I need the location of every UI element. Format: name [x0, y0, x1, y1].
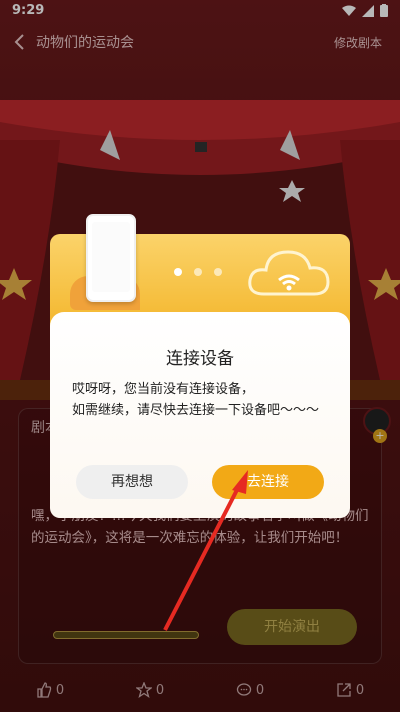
- cancel-button[interactable]: 再想想: [76, 465, 188, 499]
- carousel-dot[interactable]: [174, 268, 182, 276]
- phone-illustration: [86, 214, 136, 302]
- dialog-message: 哎呀呀，您当前没有连接设备， 如需继续，请尽快去连接一下设备吧～～～: [72, 379, 342, 421]
- cloud-wifi-icon: [248, 250, 330, 296]
- dialog-message-line: 如需继续，请尽快去连接一下设备吧～～～: [72, 403, 320, 418]
- carousel-indicator: [174, 268, 222, 276]
- dialog-title: 连接设备: [166, 349, 234, 369]
- connect-button[interactable]: 去连接: [212, 465, 324, 499]
- carousel-dot[interactable]: [194, 268, 202, 276]
- dialog-message-line: 哎呀呀，您当前没有连接设备，: [72, 382, 255, 397]
- connect-device-dialog: 连接设备 哎呀呀，您当前没有连接设备， 如需继续，请尽快去连接一下设备吧～～～ …: [50, 214, 350, 518]
- carousel-dot[interactable]: [214, 268, 222, 276]
